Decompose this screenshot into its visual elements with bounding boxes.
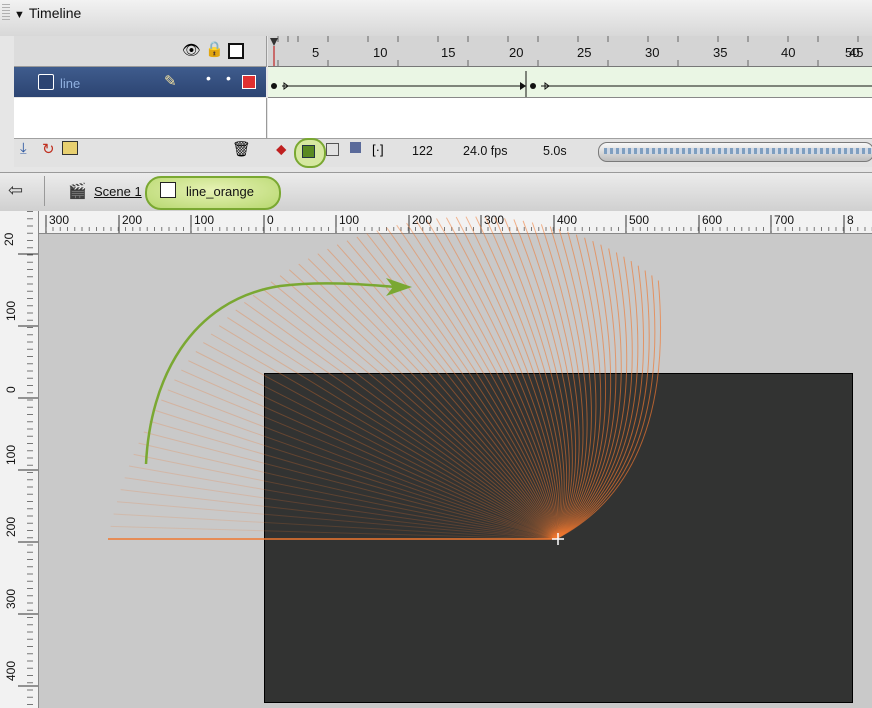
frame-number: 15 bbox=[441, 45, 456, 60]
scrollbar-thumb[interactable] bbox=[604, 148, 872, 154]
ruler-label: 100 bbox=[339, 213, 360, 227]
motion-tween-track bbox=[271, 71, 872, 97]
onion-skin-outlines-icon[interactable] bbox=[326, 143, 339, 156]
ruler-label: 8 bbox=[847, 213, 854, 227]
insert-layer-icon[interactable]: ⤓ bbox=[20, 140, 27, 157]
vertical-ruler: 20 100 0 100 200 300 400 bbox=[0, 211, 39, 708]
frames-empty bbox=[268, 98, 872, 138]
ruler-label: 20 bbox=[2, 232, 16, 246]
insert-folder-icon[interactable] bbox=[62, 141, 78, 155]
ruler-label: 0 bbox=[4, 386, 18, 393]
ruler-label: 300 bbox=[484, 213, 505, 227]
panel-grip-icon[interactable] bbox=[2, 4, 10, 22]
frame-number: 35 bbox=[713, 45, 728, 60]
layer-name[interactable]: line bbox=[60, 76, 80, 91]
scene-breadcrumb-link[interactable]: Scene 1 bbox=[94, 184, 142, 199]
modify-onion-markers-icon[interactable]: [·] bbox=[372, 142, 384, 157]
ruler-label: 100 bbox=[4, 300, 18, 321]
visibility-dot[interactable]: • bbox=[206, 70, 211, 86]
layer-row-line[interactable]: ✎ • • bbox=[14, 67, 266, 97]
onion-skin-icon bbox=[302, 145, 315, 158]
symbol-name[interactable]: line_orange bbox=[186, 184, 254, 199]
pencil-icon[interactable]: ✎ bbox=[164, 72, 177, 90]
layer-outline-color-swatch[interactable] bbox=[242, 75, 256, 89]
edit-multiple-frames-icon[interactable] bbox=[350, 142, 361, 153]
frame-ruler[interactable]: 5 10 15 20 25 30 35 40 45 bbox=[268, 36, 872, 67]
ruler-label: 600 bbox=[702, 213, 723, 227]
frame-number: 10 bbox=[373, 45, 388, 60]
stage[interactable] bbox=[264, 373, 853, 703]
trash-icon[interactable]: 🗑 bbox=[232, 140, 251, 158]
ruler-label: 300 bbox=[4, 588, 18, 609]
scene-clapper-icon: 🎬 bbox=[68, 183, 87, 200]
current-frame-value: 122 bbox=[412, 144, 433, 158]
back-arrow-icon[interactable]: ⇦ bbox=[8, 180, 23, 201]
movie-clip-symbol-icon bbox=[160, 182, 176, 198]
layer-page-icon bbox=[38, 74, 54, 90]
lock-dot[interactable]: • bbox=[226, 70, 231, 86]
eye-icon[interactable]: 👁 bbox=[182, 41, 201, 59]
frame-number: 40 bbox=[781, 45, 796, 60]
ruler-label: 500 bbox=[629, 213, 650, 227]
layer-list-empty bbox=[14, 98, 267, 138]
ruler-label: 400 bbox=[4, 660, 18, 681]
ruler-label: 400 bbox=[557, 213, 578, 227]
ruler-label: 200 bbox=[122, 213, 143, 227]
divider bbox=[44, 176, 45, 206]
frames-row[interactable] bbox=[268, 67, 872, 98]
timeline-title[interactable]: ▼ Timeline bbox=[14, 5, 81, 21]
frame-number: 20 bbox=[509, 45, 524, 60]
frame-number: 50 bbox=[845, 45, 860, 60]
frame-rate-value: 24.0 fps bbox=[463, 144, 508, 158]
elapsed-time-value: 5.0s bbox=[543, 144, 567, 158]
ruler-label: 300 bbox=[49, 213, 70, 227]
timeline-panel-header[interactable] bbox=[0, 0, 872, 37]
frame-number: 30 bbox=[645, 45, 660, 60]
add-motion-guide-icon[interactable]: ↻ bbox=[42, 140, 55, 158]
frame-number: 25 bbox=[577, 45, 592, 60]
ruler-label: 0 bbox=[267, 213, 274, 227]
horizontal-ruler-ticks bbox=[38, 215, 872, 233]
ruler-label: 200 bbox=[412, 213, 433, 227]
playhead-icon[interactable] bbox=[270, 38, 278, 46]
outline-icon[interactable] bbox=[228, 43, 244, 59]
timeline-title-label: Timeline bbox=[28, 5, 82, 21]
layer-header: 👁 🔒 bbox=[14, 36, 267, 67]
ruler-label: 100 bbox=[194, 213, 215, 227]
ruler-label: 700 bbox=[774, 213, 795, 227]
ruler-label: 200 bbox=[4, 516, 18, 537]
ruler-label: 100 bbox=[4, 444, 18, 465]
lock-icon[interactable]: 🔒 bbox=[205, 40, 224, 58]
collapse-triangle-icon[interactable]: ▼ bbox=[14, 9, 25, 21]
center-frame-icon[interactable]: ⬥ bbox=[276, 141, 287, 158]
frame-number: 5 bbox=[312, 45, 320, 60]
horizontal-ruler: 300 200 100 0 100 200 300 400 500 600 70… bbox=[38, 211, 872, 234]
